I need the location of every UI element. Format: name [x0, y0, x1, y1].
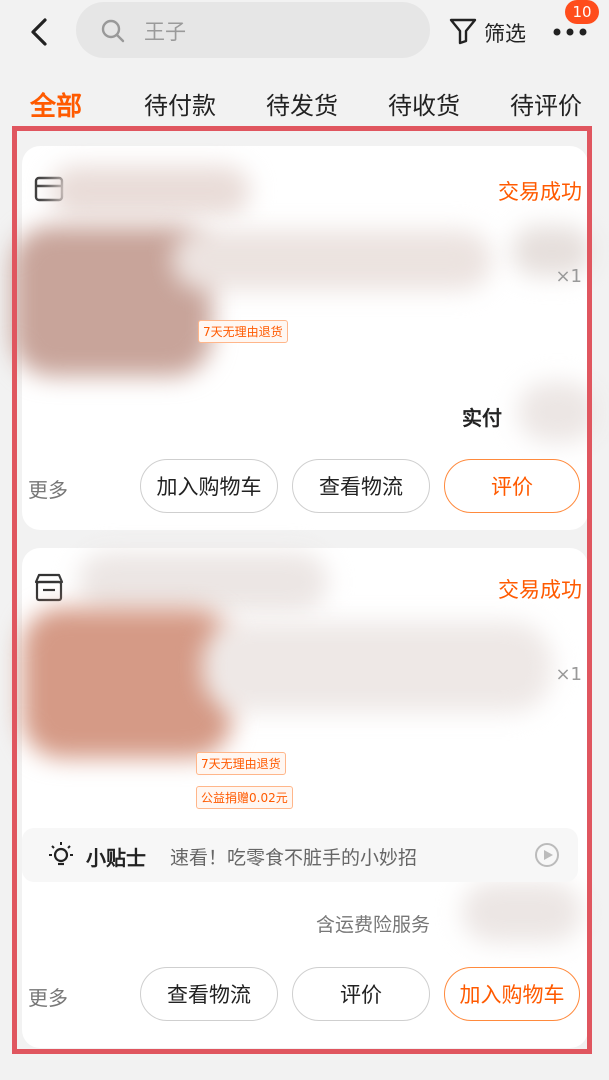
notification-badge: 10	[565, 0, 599, 24]
tab-all[interactable]: 全部	[30, 86, 82, 123]
tip-text: 速看！吃零食不脏手的小妙招	[170, 847, 418, 869]
paid-label: 实付	[462, 406, 502, 430]
shop-icon	[34, 573, 64, 602]
add-to-cart-button[interactable]: 加入购物车	[140, 459, 278, 513]
charity-tag: 公益捐赠0.02元	[196, 786, 293, 809]
tab-pending-shipment[interactable]: 待发货	[266, 86, 338, 121]
product-image-redacted	[22, 608, 232, 758]
search-icon	[101, 19, 125, 43]
review-button[interactable]: 评价	[444, 459, 580, 513]
tab-pending-payment[interactable]: 待付款	[144, 86, 216, 121]
shop-name-redacted	[78, 552, 328, 612]
tab-pending-receipt[interactable]: 待收货	[388, 86, 460, 121]
order-status: 交易成功	[498, 180, 582, 204]
paid-amount-redacted	[518, 382, 598, 442]
return-policy-tag: 7天无理由退货	[196, 752, 286, 775]
order-card[interactable]: 交易成功 ×1 7天无理由退货 公益捐赠0.02元 含运费险服务 更多 查看物流…	[22, 548, 588, 1048]
back-icon[interactable]	[22, 14, 58, 50]
tab-pending-review[interactable]: 待评价	[510, 86, 582, 121]
more-link[interactable]: 更多	[28, 474, 68, 503]
top-bar: 王子 筛选 10	[0, 0, 609, 70]
bulb-icon	[49, 842, 73, 866]
shop-name-redacted	[50, 166, 250, 216]
search-input[interactable]: 王子	[76, 2, 430, 58]
search-text: 王子	[144, 20, 186, 44]
review-button[interactable]: 评价	[292, 967, 430, 1021]
view-logistics-button[interactable]: 查看物流	[140, 967, 278, 1021]
add-to-cart-button[interactable]: 加入购物车	[444, 967, 580, 1021]
product-title-redacted	[202, 622, 552, 712]
quantity: ×1	[555, 266, 582, 287]
more-link[interactable]: 更多	[28, 982, 68, 1011]
quantity: ×1	[555, 664, 582, 685]
filter-label: 筛选	[484, 22, 526, 46]
return-policy-tag: 7天无理由退货	[198, 320, 288, 343]
filter-icon	[449, 18, 477, 45]
order-tabs: 全部 待付款 待发货 待收货 待评价	[0, 80, 609, 130]
product-title-redacted	[172, 230, 492, 290]
tip-bar[interactable]: 小贴士 速看！吃零食不脏手的小妙招	[22, 828, 578, 882]
insurance-text: 含运费险服务	[316, 914, 431, 936]
play-icon[interactable]	[534, 842, 560, 868]
order-card[interactable]: 交易成功 ×1 7天无理由退货 实付 更多 加入购物车 查看物流 评价	[12, 146, 598, 530]
tip-title: 小贴士	[86, 846, 146, 870]
view-logistics-button[interactable]: 查看物流	[292, 459, 430, 513]
order-status: 交易成功	[498, 578, 582, 602]
insurance-amount-redacted	[462, 882, 582, 942]
